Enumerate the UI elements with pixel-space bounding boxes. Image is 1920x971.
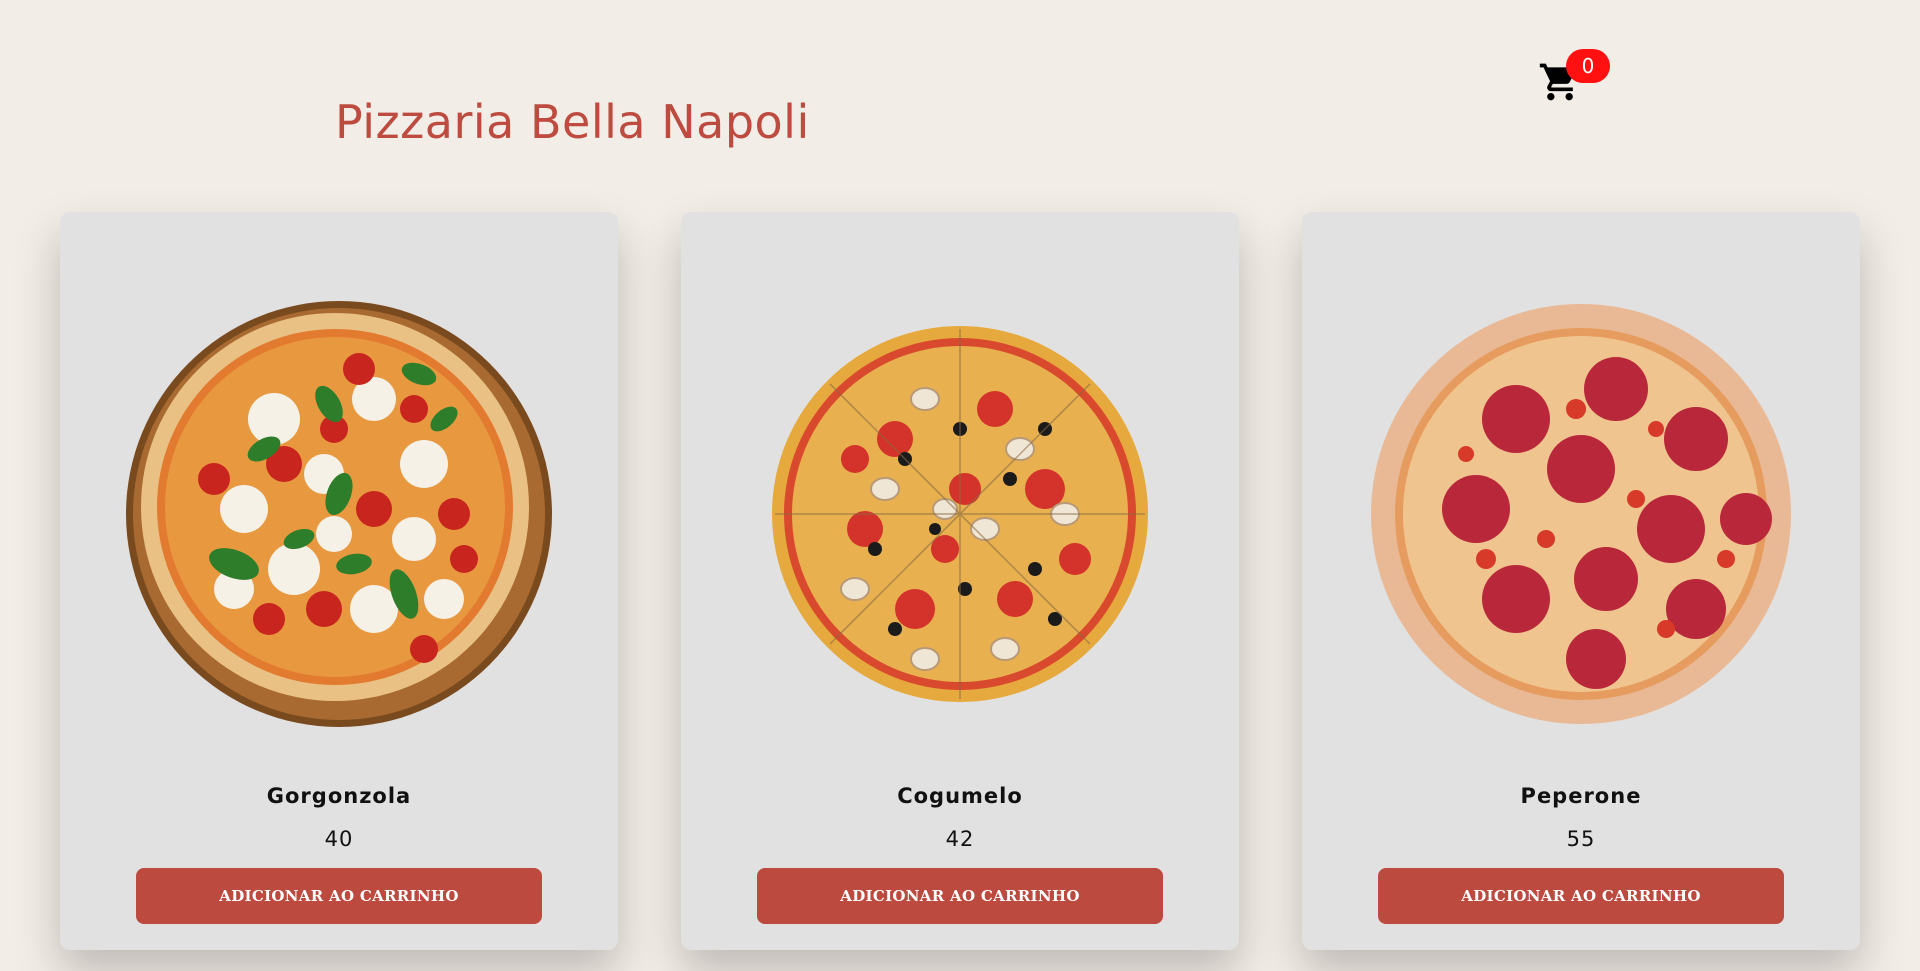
product-grid: Gorgonzola 40 ADICIONAR AO CARRINHO Cogu… (0, 0, 1920, 971)
product-image-peperone (1366, 299, 1796, 729)
add-to-cart-button[interactable]: ADICIONAR AO CARRINHO (136, 868, 542, 924)
product-name: Peperone (1520, 784, 1642, 808)
product-price: 42 (945, 827, 975, 851)
add-to-cart-button[interactable]: ADICIONAR AO CARRINHO (757, 868, 1163, 924)
product-card-peperone: Peperone 55 ADICIONAR AO CARRINHO (1302, 212, 1860, 950)
pizza-pepperoni-image (1371, 304, 1791, 724)
product-card-cogumelo: Cogumelo 42 ADICIONAR AO CARRINHO (681, 212, 1239, 950)
product-card-gorgonzola: Gorgonzola 40 ADICIONAR AO CARRINHO (60, 212, 618, 950)
pizza-margherita-image (126, 301, 552, 727)
product-image-gorgonzola (124, 299, 554, 729)
product-price: 40 (324, 827, 354, 851)
product-name: Gorgonzola (266, 784, 412, 808)
add-to-cart-button[interactable]: ADICIONAR AO CARRINHO (1378, 868, 1784, 924)
product-image-cogumelo (745, 299, 1175, 729)
product-price: 55 (1566, 827, 1596, 851)
pizza-mushroom-image (772, 326, 1148, 702)
product-name: Cogumelo (897, 784, 1023, 808)
